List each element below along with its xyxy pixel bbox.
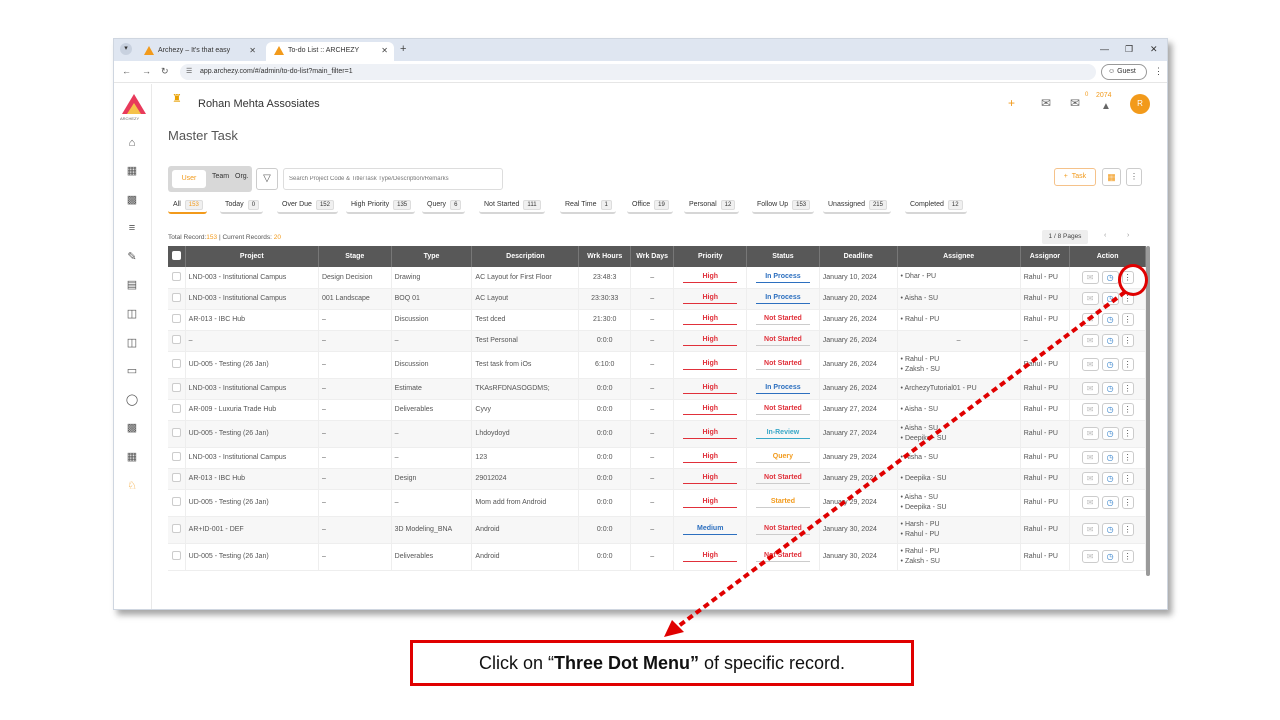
instruction-callout: Click on “Three Dot Menu” of specific re… [410, 640, 914, 686]
callout-bold: Three Dot Menu” [553, 653, 699, 673]
slide: ▾ Archezy – It's that easy ✕ To-do List … [0, 0, 1280, 720]
annotation-highlight-circle [1118, 264, 1148, 296]
callout-suffix: of specific record. [698, 653, 846, 673]
callout-prefix: Click on “ [478, 653, 554, 673]
annotation-arrow [664, 290, 1127, 637]
